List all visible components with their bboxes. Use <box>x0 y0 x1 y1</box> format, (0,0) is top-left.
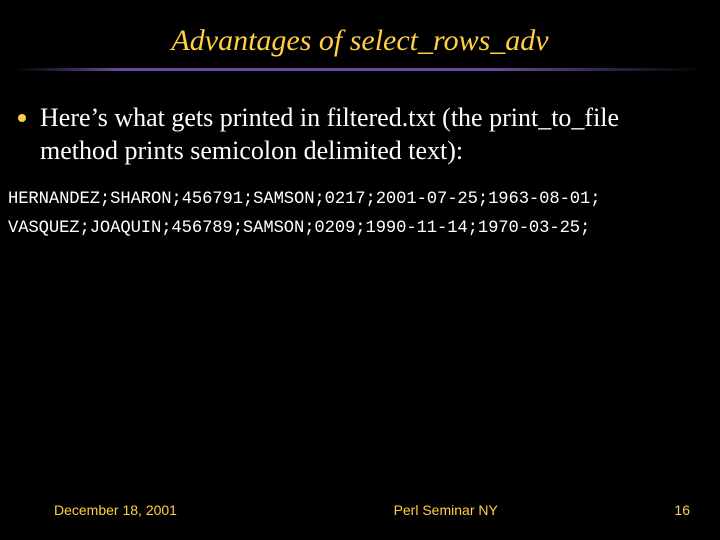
bullet-dot-icon <box>18 114 26 122</box>
footer-page-number: 16 <box>674 502 720 518</box>
slide-footer: December 18, 2001 Perl Seminar NY 16 <box>0 502 720 518</box>
bullet-item: Here’s what gets printed in filtered.txt… <box>0 95 720 186</box>
bullet-text: Here’s what gets printed in filtered.txt… <box>40 101 696 168</box>
code-line: HERNANDEZ;SHARON;456791;SAMSON;0217;2001… <box>0 186 720 209</box>
code-line: VASQUEZ;JOAQUIN;456789;SAMSON;0209;1990-… <box>0 209 720 238</box>
footer-date: December 18, 2001 <box>0 502 177 518</box>
footer-center: Perl Seminar NY <box>177 502 674 518</box>
title-underline <box>14 68 706 71</box>
slide-title: Advantages of select_rows_adv <box>0 0 720 68</box>
